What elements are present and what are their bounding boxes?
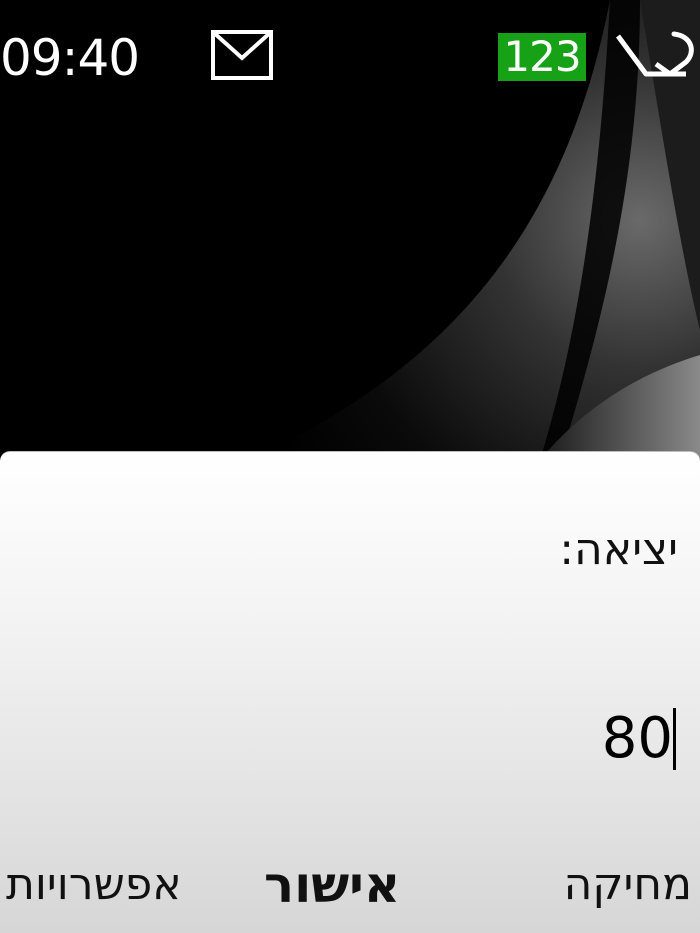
dialog-prompt: יציאה:: [559, 524, 678, 575]
text-cursor: [673, 708, 676, 770]
number-input-field[interactable]: 80: [276, 702, 676, 776]
clock: 09:40: [0, 29, 140, 87]
mail-icon: [210, 28, 274, 82]
ok-softkey[interactable]: אישור: [264, 857, 400, 913]
edit-pen-icon: [612, 26, 698, 84]
input-mode-indicator: 123: [498, 33, 586, 81]
phone-screen: 09:40 123 יציאה: 80 אפשרויות אישור מחיקה: [0, 0, 700, 933]
clear-softkey[interactable]: מחיקה: [564, 857, 692, 913]
input-value: 80: [601, 706, 673, 771]
options-softkey[interactable]: אפשרויות: [6, 857, 182, 913]
softkey-bar: אפשרויות אישור מחיקה: [0, 833, 700, 933]
status-bar: 09:40 123: [0, 0, 700, 110]
number-query-dialog: יציאה: 80 אפשרויות אישור מחיקה: [0, 451, 700, 933]
